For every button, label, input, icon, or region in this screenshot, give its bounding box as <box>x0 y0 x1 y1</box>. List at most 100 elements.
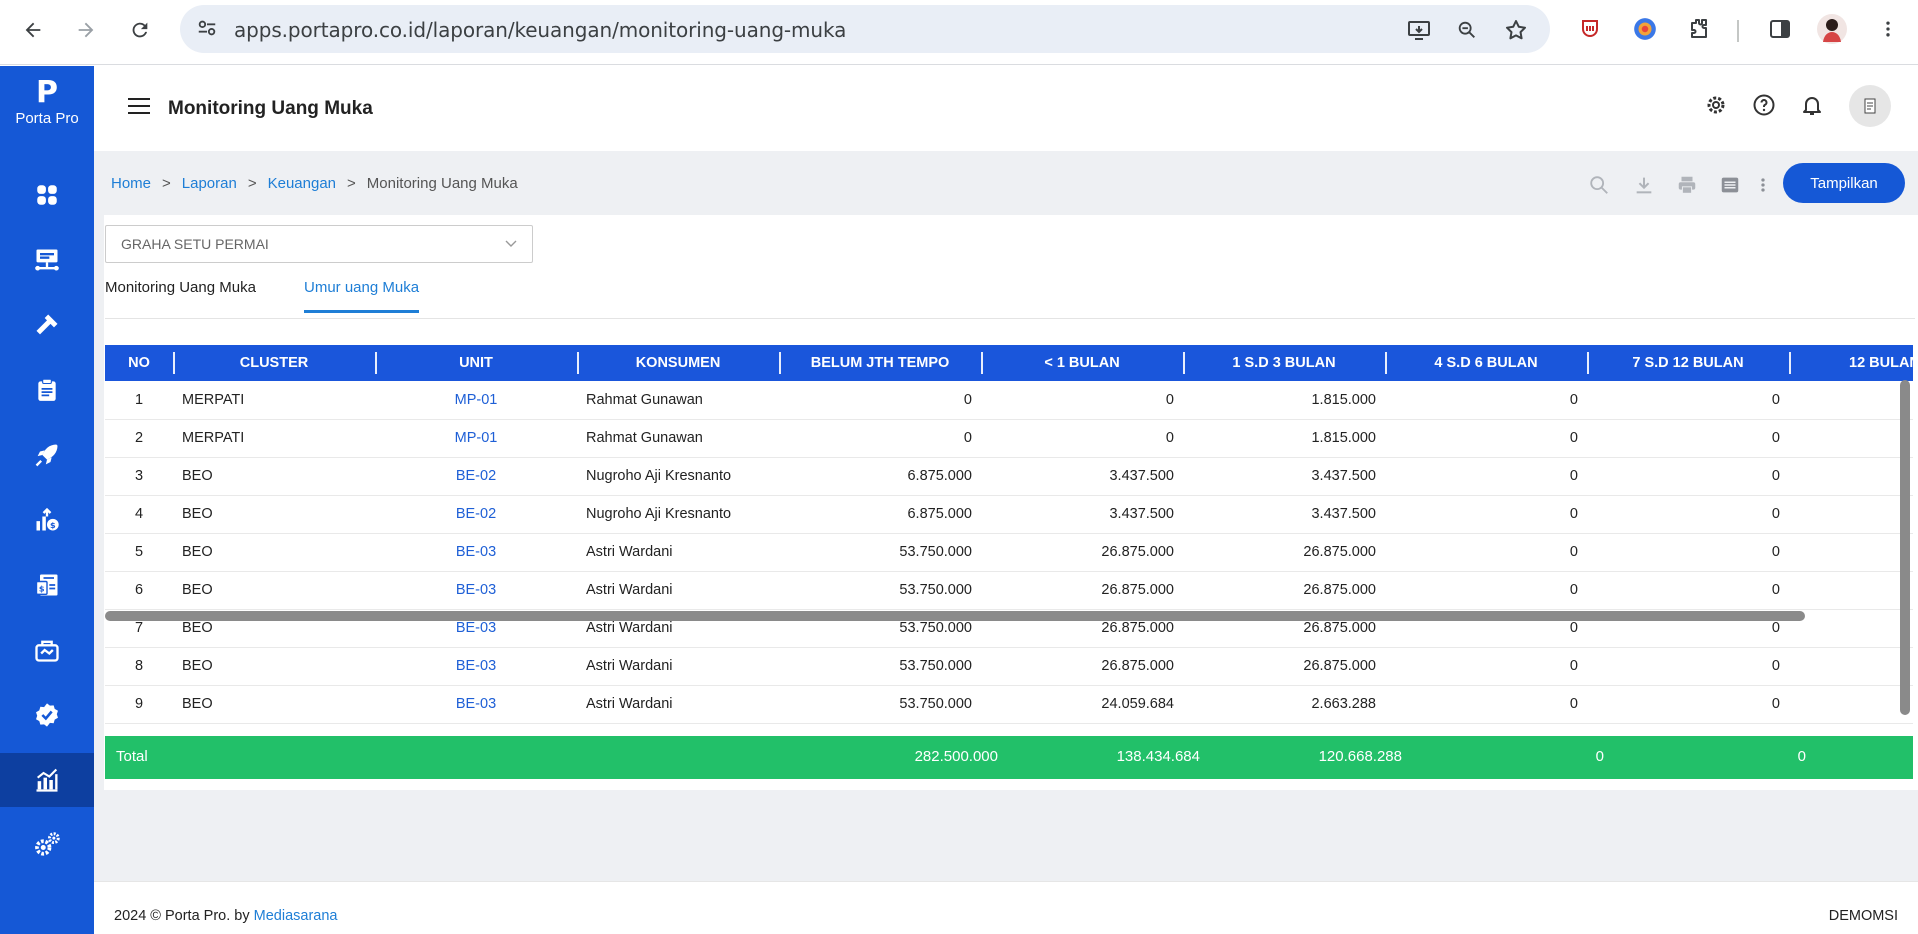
cell-lt-1-bulan: 3.437.500 <box>1109 468 1174 484</box>
cell-lt-1-bulan: 26.875.000 <box>1101 544 1174 560</box>
sidebar-item-marketing[interactable] <box>0 428 94 482</box>
table-row[interactable]: 8 BEO BE-03 Astri Wardani 53.750.000 26.875.0… <box>105 647 1913 685</box>
browser-menu-icon[interactable] <box>1873 14 1903 44</box>
zoom-icon[interactable] <box>1454 17 1480 43</box>
unit-link[interactable]: BE-02 <box>375 495 577 533</box>
footer-copyright: 2024 © Porta Pro. by Mediasarana <box>114 908 337 924</box>
sidebar-item-tasks[interactable] <box>0 363 94 417</box>
shield-extension-icon[interactable] <box>1575 14 1605 44</box>
breadcrumb-keuangan[interactable]: Keuangan <box>268 175 336 192</box>
cell-1-3-bulan: 26.875.000 <box>1303 658 1376 674</box>
breadcrumb-separator: > <box>162 175 171 192</box>
brand-logo[interactable]: P Porta Pro <box>0 75 94 128</box>
hammer-icon <box>36 314 58 335</box>
print-icon[interactable] <box>1672 170 1702 200</box>
total-4-6-bulan: 0 <box>1595 748 1604 765</box>
site-settings-icon[interactable] <box>196 17 218 44</box>
breadcrumb-laporan[interactable]: Laporan <box>182 175 237 192</box>
breadcrumb-home[interactable]: Home <box>111 175 151 192</box>
unit-link[interactable]: BE-03 <box>375 571 577 609</box>
col-1-3-bulan[interactable]: 1 S.D 3 BULAN <box>1183 345 1385 381</box>
cell-4-6-bulan: 0 <box>1569 391 1578 408</box>
col-belum-jth-tempo[interactable]: BELUM JTH TEMPO <box>779 345 981 381</box>
bookmark-star-icon[interactable] <box>1503 17 1529 43</box>
browser-extension-icon[interactable] <box>1630 14 1660 44</box>
sidebar-item-dashboard[interactable] <box>0 168 94 222</box>
col-7-12-bulan[interactable]: 7 S.D 12 BULAN <box>1587 345 1789 381</box>
user-avatar[interactable] <box>1849 85 1891 127</box>
cell-1-3-bulan: 1.815.000 <box>1311 391 1376 408</box>
total-label: Total <box>116 748 148 765</box>
sidebar-item-billing[interactable]: $ <box>0 558 94 612</box>
cell-12-bulan <box>1789 647 1913 685</box>
company-link[interactable]: Mediasarana <box>254 908 338 924</box>
col-unit[interactable]: UNIT <box>375 345 577 381</box>
profile-avatar-icon[interactable] <box>1817 14 1847 44</box>
breadcrumb-separator: > <box>247 175 257 192</box>
tab-monitoring-uang-muka[interactable]: Monitoring Uang Muka <box>105 279 256 310</box>
install-app-icon[interactable] <box>1406 17 1432 43</box>
col-lt-1-bulan[interactable]: < 1 BULAN <box>981 345 1183 381</box>
reload-icon[interactable] <box>124 14 156 46</box>
sidebar-item-settings[interactable] <box>0 818 94 872</box>
company-logo-icon <box>1864 98 1876 114</box>
unit-link[interactable]: MP-01 <box>375 381 577 419</box>
clipboard-icon <box>38 378 56 401</box>
unit-link[interactable]: BE-03 <box>375 533 577 571</box>
download-icon[interactable] <box>1629 170 1659 200</box>
back-icon[interactable] <box>17 14 49 46</box>
help-icon[interactable] <box>1749 90 1779 120</box>
sidebar-item-customer[interactable] <box>0 623 94 677</box>
forward-icon[interactable] <box>70 14 102 46</box>
cell-cluster: MERPATI <box>182 391 245 408</box>
sidebar-item-finance[interactable]: $ <box>0 493 94 547</box>
table-row[interactable]: 1 MERPATI MP-01 Rahmat Gunawan 0 0 1.815.000 0 0 <box>105 381 1913 419</box>
sidebar-item-construction[interactable] <box>0 298 94 352</box>
table-row[interactable]: 9 BEO BE-03 Astri Wardani 53.750.000 24.059.6… <box>105 685 1913 723</box>
address-bar[interactable]: apps.portapro.co.id/laporan/keuangan/mon… <box>180 5 1550 53</box>
vertical-scrollbar[interactable] <box>1900 380 1910 715</box>
column-settings-icon[interactable] <box>1715 170 1745 200</box>
table-row[interactable]: 3 BEO BE-02 Nugroho Aji Kresnanto 6.875.000 3… <box>105 457 1913 495</box>
side-panel-icon[interactable] <box>1765 14 1795 44</box>
unit-link[interactable]: BE-03 <box>375 685 577 723</box>
col-cluster[interactable]: CLUSTER <box>173 345 375 381</box>
extensions-puzzle-icon[interactable] <box>1684 14 1714 44</box>
cell-1-3-bulan: 26.875.000 <box>1303 582 1376 598</box>
col-4-6-bulan[interactable]: 4 S.D 6 BULAN <box>1385 345 1587 381</box>
table-row[interactable]: 5 BEO BE-03 Astri Wardani 53.750.000 26.875.0… <box>105 533 1913 571</box>
table-row[interactable]: 6 BEO BE-03 Astri Wardani 53.750.000 26.875.0… <box>105 571 1913 609</box>
col-konsumen[interactable]: KONSUMEN <box>577 345 779 381</box>
sidebar-item-reports[interactable] <box>0 753 94 807</box>
cell-konsumen: Rahmat Gunawan <box>586 391 703 408</box>
gear-icon[interactable] <box>1701 90 1731 120</box>
breadcrumb-current: Monitoring Uang Muka <box>366 175 518 192</box>
cell-lt-1-bulan: 26.875.000 <box>1101 582 1174 598</box>
menu-toggle-icon[interactable] <box>128 96 150 121</box>
logo-mark: P <box>36 75 58 110</box>
more-options-icon[interactable] <box>1748 170 1778 200</box>
tab-umur-uang-muka[interactable]: Umur uang Muka <box>304 279 420 313</box>
table-row[interactable]: 2 MERPATI MP-01 Rahmat Gunawan 0 0 1.815.000 0 0 <box>105 419 1913 457</box>
tampilkan-button[interactable]: Tampilkan <box>1783 163 1905 203</box>
col-no[interactable]: NO <box>105 345 173 381</box>
cell-konsumen: Nugroho Aji Kresnanto <box>586 468 732 484</box>
footer: 2024 © Porta Pro. by Mediasarana DEMOMSI <box>94 881 1918 934</box>
brand-name: Porta Pro <box>15 110 79 127</box>
table-row[interactable]: 4 BEO BE-02 Nugroho Aji Kresnanto 6.875.000 3… <box>105 495 1913 533</box>
unit-link[interactable]: BE-03 <box>375 647 577 685</box>
sidebar-item-network[interactable] <box>0 233 94 287</box>
cell-12-bulan <box>1789 419 1913 457</box>
sidebar-item-approval[interactable] <box>0 688 94 742</box>
unit-link[interactable]: BE-02 <box>375 457 577 495</box>
notification-bell-icon[interactable] <box>1797 90 1827 120</box>
col-12-bulan[interactable]: 12 BULAN <box>1789 345 1913 381</box>
cell-1-3-bulan: 26.875.000 <box>1303 544 1376 560</box>
cell-no: 4 <box>134 506 144 522</box>
unit-link[interactable]: MP-01 <box>375 419 577 457</box>
table-header-row: NO CLUSTER UNIT KONSUMEN BELUM JTH TEMPO… <box>105 345 1913 381</box>
project-select[interactable]: GRAHA SETU PERMAI <box>105 225 533 263</box>
url-text[interactable]: apps.portapro.co.id/laporan/keuangan/mon… <box>234 18 846 42</box>
search-icon[interactable] <box>1584 170 1614 200</box>
horizontal-scrollbar[interactable] <box>105 611 1805 621</box>
